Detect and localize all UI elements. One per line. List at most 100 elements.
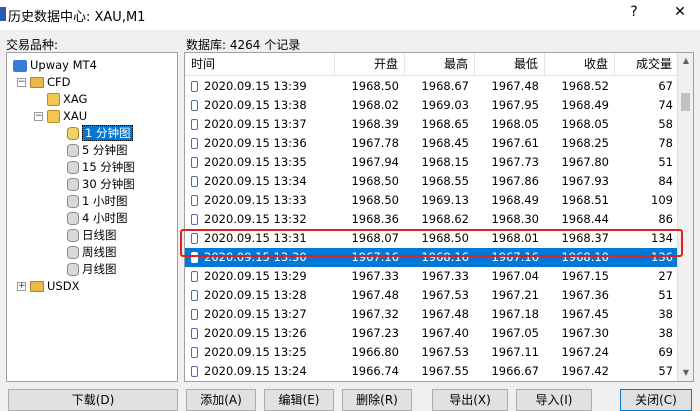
table-row[interactable]: 2020.09.15 13:37 1968.39 1968.65 1968.05 196…	[185, 115, 679, 134]
table-row[interactable]: 2020.09.15 13:33 1968.50 1969.13 1968.49 196…	[185, 191, 679, 210]
column-header-low[interactable]: 最低	[475, 53, 545, 76]
collapse-icon[interactable]: −	[34, 112, 43, 121]
cell-text: 136	[651, 250, 673, 264]
symbols-heading: 交易品种:	[6, 38, 59, 52]
cell-time: 2020.09.15 13:28	[185, 286, 335, 305]
table-row[interactable]: 2020.09.15 13:29 1967.33 1967.33 1967.04 196…	[185, 267, 679, 286]
cell-open: 1967.48	[335, 286, 405, 305]
cell-open: 1968.50	[335, 172, 405, 191]
scroll-up-icon[interactable]: ▲	[678, 53, 693, 69]
cell-text: 2020.09.15 13:35	[204, 155, 307, 169]
expand-icon[interactable]: +	[17, 282, 26, 291]
cell-open: 1966.74	[335, 381, 405, 382]
tree-item-label: Upway MT4	[30, 58, 97, 72]
cell-text: 1968.62	[421, 212, 469, 226]
bar-record-icon	[191, 119, 198, 130]
cell-text: 1967.21	[491, 288, 539, 302]
cell-text: 1967.40	[421, 326, 469, 340]
close-button[interactable]: 关闭(C)	[620, 389, 692, 411]
table-row[interactable]: 2020.09.15 13:27 1967.32 1967.48 1967.18 196…	[185, 305, 679, 324]
cell-time: 2020.09.15 13:23	[185, 381, 335, 382]
cell-text: 1968.45	[421, 136, 469, 150]
download-button[interactable]: 下载(D)	[8, 389, 178, 411]
cell-text: 1967.48	[491, 79, 539, 93]
cell-low: 1968.01	[475, 229, 545, 248]
edit-button[interactable]: 编辑(E)	[264, 389, 334, 411]
cell-close: 1968.25	[545, 134, 615, 153]
cell-text: 1968.50	[421, 231, 469, 245]
tree-item-timeframe-h4[interactable]: 4 小时图	[67, 210, 127, 227]
bar-record-icon	[191, 347, 198, 358]
cell-text: 1969.03	[421, 98, 469, 112]
tree-item-timeframe-m5[interactable]: 5 分钟图	[67, 142, 127, 159]
table-row[interactable]: 2020.09.15 13:39 1968.50 1968.67 1967.48 196…	[185, 77, 679, 96]
delete-button[interactable]: 删除(R)	[342, 389, 412, 411]
tree-item-timeframe-w1[interactable]: 周线图	[67, 244, 117, 261]
cell-text: 1967.33	[421, 269, 469, 283]
table-row[interactable]: 2020.09.15 13:30 1967.16 1968.16 1967.16 196…	[185, 248, 679, 267]
table-row[interactable]: 2020.09.15 13:35 1967.94 1968.15 1967.73 196…	[185, 153, 679, 172]
column-header-close[interactable]: 收盘	[545, 53, 615, 76]
cell-low: 1967.04	[475, 267, 545, 286]
cell-low: 1967.86	[475, 172, 545, 191]
tree-item-timeframe-d1[interactable]: 日线图	[67, 227, 117, 244]
cell-text: 1968.67	[421, 79, 469, 93]
database-icon	[67, 229, 79, 242]
table-row[interactable]: 2020.09.15 13:38 1968.02 1969.03 1967.95 196…	[185, 96, 679, 115]
tree-item-root[interactable]: Upway MT4	[13, 57, 97, 74]
table-row[interactable]: 2020.09.15 13:25 1966.80 1967.53 1967.11 196…	[185, 343, 679, 362]
cell-text: 2020.09.15 13:34	[204, 174, 307, 188]
column-header-time[interactable]: 时间	[185, 53, 335, 76]
tree-item-timeframe-mn[interactable]: 月线图	[67, 261, 117, 278]
table-row[interactable]: 2020.09.15 13:26 1967.23 1967.40 1967.05 196…	[185, 324, 679, 343]
tree-item-timeframe-m1[interactable]: 1 分钟图	[67, 125, 134, 142]
cell-open: 1966.74	[335, 362, 405, 381]
cell-text: 51	[658, 155, 673, 169]
cell-text: 2020.09.15 13:36	[204, 136, 307, 150]
table-row[interactable]: 2020.09.15 13:24 1966.74 1967.55 1966.67 196…	[185, 362, 679, 381]
cell-low: 1968.49	[475, 191, 545, 210]
bar-record-icon	[191, 100, 198, 111]
cell-text: 1966.80	[351, 345, 399, 359]
help-button[interactable]: ?	[622, 4, 646, 20]
tree-item-xag[interactable]: XAG	[47, 91, 87, 108]
cell-text: 1967.61	[491, 136, 539, 150]
import-button[interactable]: 导入(I)	[516, 389, 592, 411]
cell-low: 1968.30	[475, 210, 545, 229]
cell-open: 1967.16	[335, 248, 405, 267]
cell-time: 2020.09.15 13:24	[185, 362, 335, 381]
scroll-down-icon[interactable]: ▼	[678, 365, 693, 381]
cell-text: 1967.23	[351, 326, 399, 340]
export-button[interactable]: 导出(X)	[432, 389, 508, 411]
tree-item-timeframe-m30[interactable]: 30 分钟图	[67, 176, 135, 193]
symbol-tree[interactable]: Upway MT4 − CFD XAG − XAU 1 分钟图 5 分钟图 15…	[6, 52, 178, 382]
add-button[interactable]: 添加(A)	[186, 389, 256, 411]
column-header-volume[interactable]: 成交量	[615, 53, 679, 76]
table-row[interactable]: 2020.09.15 13:34 1968.50 1968.55 1967.86 196…	[185, 172, 679, 191]
cell-time: 2020.09.15 13:38	[185, 96, 335, 115]
table-row[interactable]: 2020.09.15 13:28 1967.48 1967.53 1967.21 196…	[185, 286, 679, 305]
tree-item-timeframe-m15[interactable]: 15 分钟图	[67, 159, 135, 176]
table-row[interactable]: 2020.09.15 13:36 1967.78 1968.45 1967.61 196…	[185, 134, 679, 153]
cell-text: 134	[651, 231, 673, 245]
cell-text: 1967.86	[491, 174, 539, 188]
history-table[interactable]: 时间 开盘 最高 最低 收盘 成交量 2020.09.15 13:39 1968.…	[184, 52, 694, 382]
tree-item-timeframe-h1[interactable]: 1 小时图	[67, 193, 127, 210]
tree-item-label: CFD	[47, 75, 71, 89]
database-icon	[67, 263, 79, 276]
tree-item-cfd[interactable]: CFD	[30, 74, 71, 91]
cell-text: 1967.16	[351, 250, 399, 264]
tree-item-usdx[interactable]: USDX	[30, 278, 79, 295]
column-header-high[interactable]: 最高	[405, 53, 475, 76]
vertical-scrollbar[interactable]: ▲ ▼	[677, 53, 693, 381]
scroll-thumb[interactable]	[681, 93, 690, 111]
close-window-button[interactable]: ✕	[668, 4, 692, 20]
tree-item-xau[interactable]: XAU	[47, 108, 87, 125]
column-header-open[interactable]: 开盘	[335, 53, 405, 76]
table-row[interactable]: 2020.09.15 13:32 1968.36 1968.62 1968.30 196…	[185, 210, 679, 229]
table-row[interactable]: 2020.09.15 13:231966.741966.841966.71196…	[185, 381, 679, 382]
collapse-icon[interactable]: −	[17, 78, 26, 87]
cell-text: 38	[658, 326, 673, 340]
cell-low: 1967.48	[475, 77, 545, 96]
table-row[interactable]: 2020.09.15 13:31 1968.07 1968.50 1968.01 196…	[185, 229, 679, 248]
